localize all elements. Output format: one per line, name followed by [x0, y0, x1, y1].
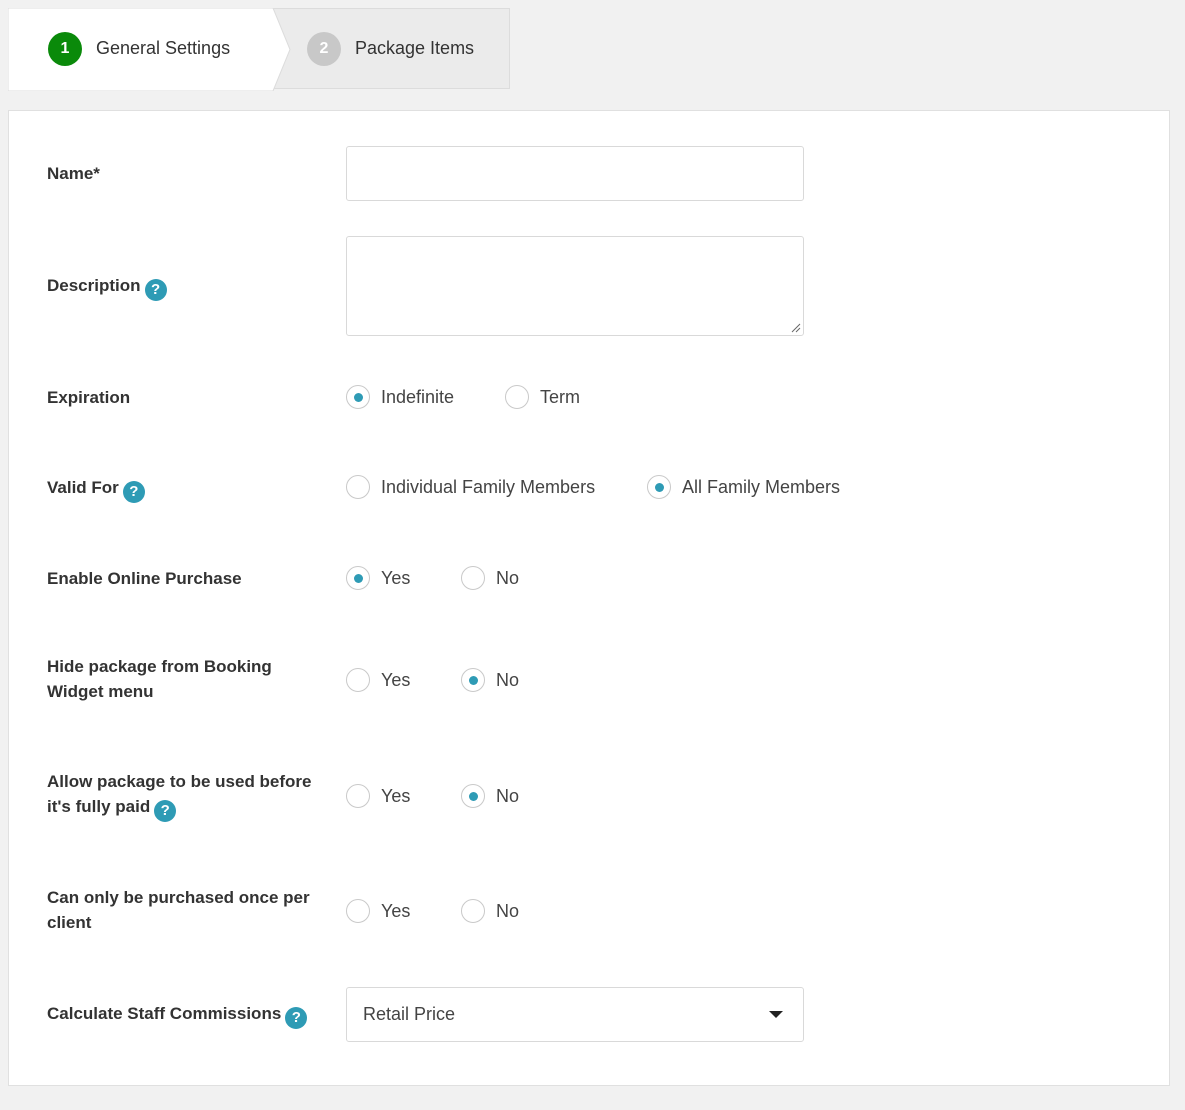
radio-label: No: [496, 567, 520, 588]
purchase-once-no-option[interactable]: No: [461, 899, 519, 923]
online-purchase-no-option[interactable]: No: [461, 566, 519, 590]
radio-label: No: [496, 785, 520, 806]
radio-button[interactable]: [346, 668, 370, 692]
radio-button-checked[interactable]: [461, 784, 485, 808]
hide-package-no-option[interactable]: No: [461, 668, 519, 692]
staff-commissions-label-text: Calculate Staff Commissions: [47, 1004, 282, 1023]
allow-before-paid-yes-option[interactable]: Yes: [346, 784, 410, 808]
expiration-indefinite-option[interactable]: Indefinite: [346, 385, 454, 409]
valid-for-individual-option[interactable]: Individual Family Members: [346, 475, 595, 499]
online-purchase-label: Enable Online Purchase: [47, 569, 242, 588]
radio-button[interactable]: [346, 475, 370, 499]
allow-before-paid-label: Allow package to be used before it's ful…: [47, 769, 337, 822]
radio-button-checked[interactable]: [346, 566, 370, 590]
radio-button[interactable]: [346, 899, 370, 923]
allow-before-paid-label-text: Allow package to be used before it's ful…: [47, 772, 312, 816]
radio-label: Indefinite: [381, 386, 455, 407]
purchase-once-yes-option[interactable]: Yes: [346, 899, 410, 923]
radio-label: Term: [540, 386, 580, 407]
question-circle-icon[interactable]: ?: [154, 800, 177, 822]
expiration-term-option[interactable]: Term: [505, 385, 580, 409]
radio-label: Individual Family Members: [381, 476, 596, 497]
radio-button-checked[interactable]: [461, 668, 485, 692]
expiration-label: Expiration: [47, 388, 131, 407]
radio-button[interactable]: [346, 784, 370, 808]
step-label-package-items: Package Items: [355, 38, 475, 58]
question-circle-icon[interactable]: ?: [144, 279, 167, 301]
question-circle-icon[interactable]: ?: [285, 1007, 308, 1029]
radio-button-checked[interactable]: [647, 475, 671, 499]
radio-label: All Family Members: [682, 476, 841, 497]
description-textarea[interactable]: [346, 236, 804, 336]
general-settings-form: Name* Description? Expiration Indefinite…: [8, 110, 1170, 1086]
resize-handle-icon[interactable]: [791, 323, 801, 333]
allow-before-paid-no-option[interactable]: No: [461, 784, 519, 808]
step-general-settings[interactable]: 1 General Settings: [48, 9, 230, 88]
step-package-items[interactable]: 2 Package Items: [307, 9, 474, 88]
radio-button-checked[interactable]: [346, 385, 370, 409]
valid-for-label: Valid For?: [47, 475, 332, 503]
radio-label: Yes: [381, 900, 411, 921]
radio-label: No: [496, 900, 520, 921]
name-label: Name*: [47, 164, 100, 183]
radio-button[interactable]: [505, 385, 529, 409]
purchase-once-label: Can only be purchased once per client: [47, 888, 310, 932]
caret-down-icon: [769, 1011, 783, 1018]
radio-label: Yes: [381, 669, 411, 690]
question-circle-icon[interactable]: ?: [122, 481, 145, 503]
radio-label: Yes: [381, 785, 411, 806]
description-label-text: Description: [47, 276, 141, 295]
hide-package-yes-option[interactable]: Yes: [346, 668, 410, 692]
step-label-general-settings: General Settings: [96, 38, 231, 58]
valid-for-all-option[interactable]: All Family Members: [647, 475, 840, 499]
staff-commissions-label: Calculate Staff Commissions?: [47, 1001, 332, 1029]
staff-commissions-select[interactable]: Retail Price: [346, 987, 804, 1042]
description-label: Description?: [47, 273, 332, 301]
step-number-2: 2: [307, 31, 341, 66]
radio-button[interactable]: [461, 566, 485, 590]
radio-label: Yes: [381, 567, 411, 588]
hide-package-label: Hide package from Booking Widget menu: [47, 657, 272, 701]
radio-button[interactable]: [461, 899, 485, 923]
valid-for-label-text: Valid For: [47, 478, 119, 497]
name-input[interactable]: [346, 146, 804, 201]
wizard-stepper: 1 General Settings 2 Package Items: [8, 8, 510, 91]
online-purchase-yes-option[interactable]: Yes: [346, 566, 410, 590]
radio-label: No: [496, 669, 520, 690]
step-number-1: 1: [48, 31, 82, 66]
select-value: Retail Price: [363, 1004, 456, 1024]
